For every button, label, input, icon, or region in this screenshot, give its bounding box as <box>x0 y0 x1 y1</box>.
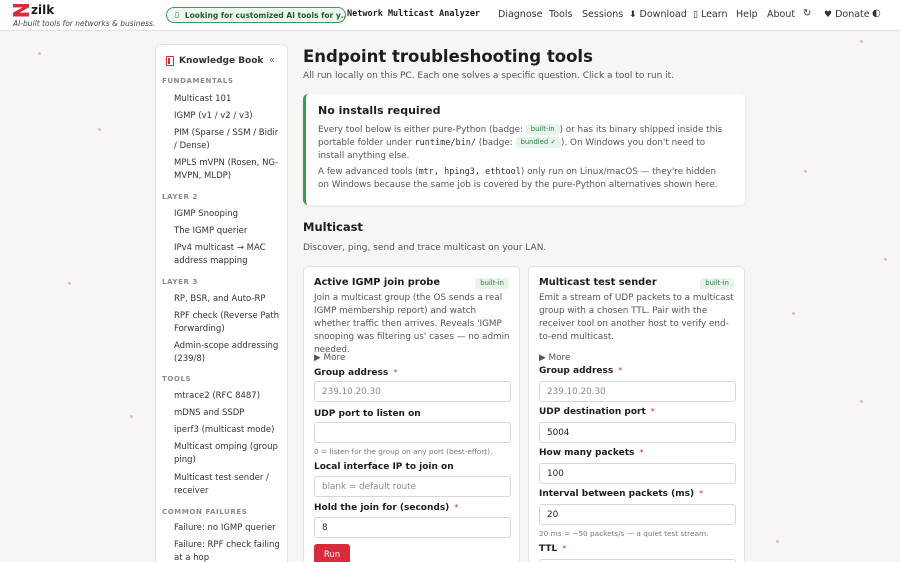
note-paragraph-1: Every tool below is either pure-Python (… <box>318 124 723 161</box>
decor-dot <box>860 40 863 43</box>
heart-icon: ♥ <box>824 10 833 20</box>
hold-join-label: Hold the join for (seconds) * <box>314 503 459 513</box>
sidebar-title: Knowledge Book <box>179 56 264 66</box>
more-toggle[interactable]: ▶ More <box>314 353 345 363</box>
sidebar-item[interactable]: Failure: no IGMP querier <box>174 522 282 535</box>
interval-label: Interval between packets (ms) * <box>539 489 704 499</box>
builtin-badge: built-in <box>525 124 560 135</box>
sidebar-item[interactable]: mtrace2 (RFC 8487) <box>174 390 282 403</box>
sidebar-section-layer-2: LAYER 2 <box>162 193 198 201</box>
card-title: Active IGMP join probe <box>314 277 440 288</box>
page-title: Endpoint troubleshooting tools <box>303 47 593 66</box>
book-icon <box>166 56 174 66</box>
card-title: Multicast test sender <box>539 277 657 288</box>
packet-count-input[interactable] <box>539 463 736 484</box>
local-interface-input[interactable] <box>314 476 511 497</box>
decor-dot <box>884 258 887 261</box>
hold-join-input[interactable] <box>314 517 511 538</box>
packet-count-label: How many packets * <box>539 448 644 458</box>
sidebar-item[interactable]: Failure: RPF check failing at a hop <box>174 539 282 562</box>
nav-learn[interactable]: ▯ Learn <box>693 9 728 20</box>
note-paragraph-2: A few advanced tools (mtr, hping3, ethto… <box>318 167 718 190</box>
sidebar-item[interactable]: Multicast omping (group ping) <box>174 441 282 466</box>
note-title: No installs required <box>318 104 441 117</box>
builtin-badge: built-in <box>475 278 509 289</box>
nav-about[interactable]: About <box>767 9 795 20</box>
sidebar-section-common-failures: COMMON FAILURES <box>162 508 248 516</box>
no-installs-note: No installs required Every tool below is… <box>303 94 745 205</box>
knowledge-book-sidebar: Knowledge Book « FUNDAMENTALS Multicast … <box>155 44 288 562</box>
theme-toggle-icon[interactable]: ◐ <box>872 8 881 19</box>
sidebar-item[interactable]: PIM (Sparse / SSM / Bidir / Dense) <box>174 127 282 152</box>
nav-download[interactable]: ⬇ Download <box>629 9 687 20</box>
sidebar-item[interactable]: IGMP (v1 / v2 / v3) <box>174 110 282 123</box>
collapse-sidebar-icon[interactable]: « <box>269 55 275 66</box>
card-description: Join a multicast group (the OS sends a r… <box>314 293 510 355</box>
decor-dot <box>860 400 863 403</box>
udp-port-input[interactable] <box>314 422 511 443</box>
nav-sessions[interactable]: Sessions <box>582 9 623 20</box>
sidebar-item[interactable]: Admin-scope addressing (239/8) <box>174 340 282 365</box>
interval-input[interactable] <box>539 504 736 525</box>
interval-help: 20 ms = ~50 packets/s — a quiet test str… <box>539 529 709 538</box>
group-address-label: Group address * <box>539 366 623 376</box>
main-nav: Diagnose Tools Sessions ⬇ Download ▯ Learn… <box>0 0 900 31</box>
card-description: Emit a stream of UDP packets to a multic… <box>539 293 734 342</box>
nav-tools[interactable]: Tools <box>549 9 572 20</box>
decor-dot <box>792 312 795 315</box>
refresh-icon[interactable]: ↻ <box>803 8 811 19</box>
sidebar-section-fundamentals: FUNDAMENTALS <box>162 77 234 85</box>
group-address-input[interactable] <box>539 381 736 402</box>
group-address-label: Group address * <box>314 368 398 378</box>
decor-dot <box>804 170 807 173</box>
sidebar-section-tools: TOOLS <box>162 375 192 383</box>
tool-card-multicast-test-sender: Multicast test sender built-in Emit a st… <box>528 266 745 562</box>
sidebar-item[interactable]: Multicast test sender / receiver <box>174 472 282 497</box>
download-icon: ⬇ <box>629 10 637 20</box>
sidebar-section-layer-3: LAYER 3 <box>162 278 198 286</box>
decor-dot <box>68 282 71 285</box>
decor-dot <box>38 52 41 55</box>
sidebar-item[interactable]: mDNS and SSDP <box>174 407 282 420</box>
local-interface-label: Local interface IP to join on <box>314 462 454 472</box>
group-address-input[interactable] <box>314 381 511 402</box>
sidebar-item[interactable]: RPF check (Reverse Path Forwarding) <box>174 310 282 335</box>
bundled-badge: bundled ✓ <box>515 137 562 148</box>
section-title-multicast: Multicast <box>303 220 363 234</box>
udp-port-label: UDP port to listen on <box>314 409 421 419</box>
nav-diagnose[interactable]: Diagnose <box>498 9 542 20</box>
decor-dot <box>776 540 779 543</box>
donate-button[interactable]: ♥ Donate <box>824 9 870 20</box>
tool-card-igmp-join-probe: Active IGMP join probe built-in Join a m… <box>303 266 520 562</box>
sidebar-item[interactable]: RP, BSR, and Auto-RP <box>174 293 282 306</box>
udp-port-help: 0 = listen for the group on any port (be… <box>314 447 493 456</box>
udp-destination-port-input[interactable] <box>539 422 736 443</box>
top-bar: zilk AI-built tools for networks & busin… <box>0 0 900 31</box>
sidebar-item[interactable]: Multicast 101 <box>174 93 282 106</box>
nav-help[interactable]: Help <box>736 9 758 20</box>
more-toggle[interactable]: ▶ More <box>539 353 570 363</box>
sidebar-item[interactable]: MPLS mVPN (Rosen, NG-MVPN, MLDP) <box>174 157 282 182</box>
sidebar-item[interactable]: iperf3 (multicast mode) <box>174 424 282 437</box>
section-subtitle: Discover, ping, send and trace multicast… <box>303 243 547 253</box>
sidebar-item[interactable]: IPv4 multicast → MAC address mapping <box>174 242 282 267</box>
builtin-badge: built-in <box>700 278 734 289</box>
sidebar-item[interactable]: IGMP Snooping <box>174 208 282 221</box>
ttl-label: TTL * <box>539 544 567 554</box>
udp-destination-port-label: UDP destination port * <box>539 407 655 417</box>
page-subtitle: All run locally on this PC. Each one sol… <box>303 71 675 81</box>
decor-dot <box>98 128 101 131</box>
decor-dot <box>130 415 133 418</box>
book-icon: ▯ <box>693 10 698 20</box>
run-button[interactable]: Run <box>314 544 350 562</box>
sidebar-header: Knowledge Book <box>166 56 263 66</box>
sidebar-item[interactable]: The IGMP querier <box>174 225 282 238</box>
